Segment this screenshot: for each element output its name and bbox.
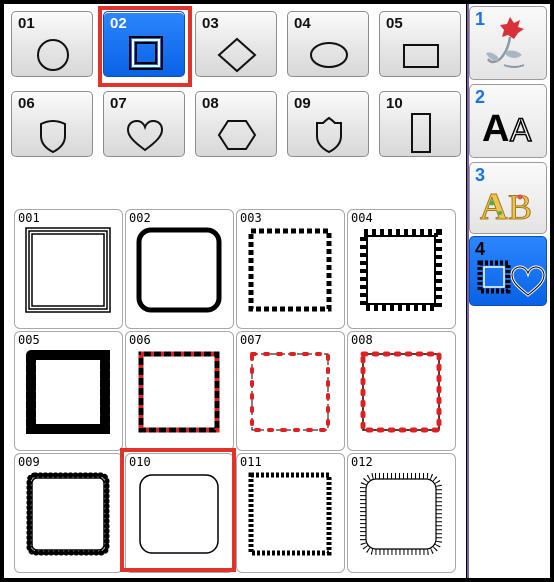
leaf-vine-frame-icon [360, 351, 442, 433]
diamond-icon [217, 37, 257, 73]
heart-icon [126, 119, 164, 152]
frame-cell-005[interactable]: 005 [14, 331, 123, 451]
shape-button-08[interactable]: 08 [195, 91, 277, 157]
frame-cell-008[interactable]: 008 [347, 331, 456, 451]
thin-rounded-frame-icon [139, 474, 219, 554]
frame-cell-002[interactable]: 002 [125, 209, 234, 329]
shape-button-01[interactable]: 01 [11, 11, 93, 77]
frame-cell-007[interactable]: 007 [236, 331, 345, 451]
category-tab-3[interactable]: 3 A B [469, 162, 547, 234]
stitched-rounded-frame-icon [360, 473, 442, 555]
frame-cell-010[interactable]: 010 [125, 453, 234, 573]
frame-cell-012[interactable]: 012 [347, 453, 456, 573]
frame-cell-006[interactable]: 006 [125, 331, 234, 451]
shape-button-05[interactable]: 05 [379, 11, 461, 77]
category-tab-4[interactable]: 4 [469, 236, 547, 306]
frame-heart-icon [477, 260, 546, 297]
square-icon [129, 36, 163, 70]
flower-icon [486, 17, 525, 68]
category-tab-1[interactable]: 1 [469, 6, 547, 80]
zigzag-frame-icon [360, 229, 442, 311]
frame-cell-003[interactable]: 003 [236, 209, 345, 329]
shield-icon [40, 120, 66, 154]
red-black-dotted-frame-icon [138, 351, 220, 433]
shape-button-10[interactable]: 10 [379, 91, 461, 157]
svg-text:B: B [508, 187, 532, 227]
rounded-bold-frame-icon [136, 227, 222, 313]
shape-button-06[interactable]: 06 [11, 91, 93, 157]
frame-cell-004[interactable]: 004 [347, 209, 456, 329]
font-aa-icon: A A [482, 108, 533, 150]
shape-button-07[interactable]: 07 [103, 91, 185, 157]
badge-icon [316, 116, 342, 154]
svg-text:A: A [480, 186, 508, 228]
shape-button-03[interactable]: 03 [195, 11, 277, 77]
circle-icon [37, 39, 69, 71]
vine-red-frame-icon [250, 352, 330, 432]
hexagon-icon [217, 120, 257, 150]
lace-frame-icon [26, 472, 110, 556]
shape-button-04[interactable]: 04 [287, 11, 369, 77]
shape-button-02[interactable]: 02 [103, 11, 185, 77]
ellipse-icon [310, 42, 348, 68]
embroidery-screen: 01 02 03 04 05 06 07 08 09 10 001 002 00… [0, 0, 554, 582]
category-tab-2[interactable]: 2 A A [469, 84, 547, 158]
tall-rectangle-icon [411, 113, 431, 153]
svg-text:A: A [510, 112, 532, 148]
decorative-ab-icon: A B [480, 186, 533, 229]
dashed-frame-icon [248, 228, 332, 312]
scalloped-frame-icon [26, 350, 110, 434]
triple-line-frame-icon [25, 227, 111, 313]
svg-text:A: A [482, 108, 509, 150]
frame-cell-011[interactable]: 011 [236, 453, 345, 573]
category-sidebar: 1 2 A A 3 A B 4 [467, 4, 550, 578]
shape-button-09[interactable]: 09 [287, 91, 369, 157]
braided-frame-icon [248, 472, 332, 556]
rectangle-icon [403, 44, 439, 68]
frame-selection-panel: 01 02 03 04 05 06 07 08 09 10 001 002 00… [4, 4, 466, 578]
frame-cell-009[interactable]: 009 [14, 453, 123, 573]
frame-cell-001[interactable]: 001 [14, 209, 123, 329]
